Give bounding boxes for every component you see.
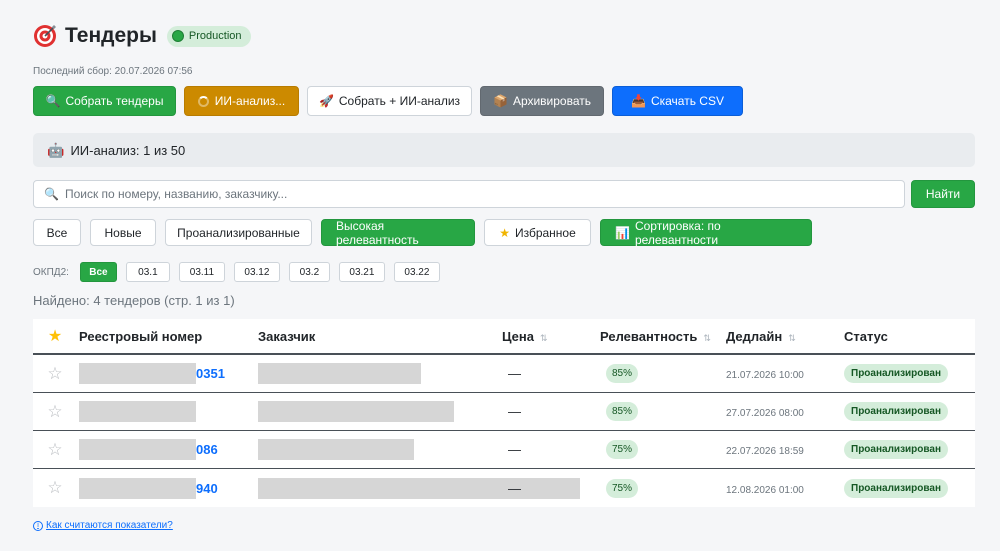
chart-icon: 📊 [615, 225, 630, 240]
tender-number-link[interactable]: 086 [196, 442, 218, 457]
download-tray-icon: 📥 [631, 94, 646, 108]
price-value: — [508, 404, 521, 419]
archive-box-icon: 📦 [492, 94, 508, 108]
tender-number-link[interactable]: 940 [196, 481, 218, 496]
column-status: Статус [844, 328, 888, 344]
deadline-value: 12.08.2026 01:00 [726, 484, 804, 496]
rocket-icon: 🚀 [318, 94, 334, 108]
table-row[interactable]: ☆ 940 — 75% 12.08.2026 01:00 Проанализир… [33, 469, 975, 507]
favorite-column-header[interactable]: ★ [33, 326, 77, 346]
filter-favorites[interactable]: ★ Избранное [484, 219, 591, 246]
table-header: ★ Реестровый номер Заказчик Цена ⇅ Релева… [33, 319, 975, 355]
sort-relevance-button[interactable]: 📊 Сортировка: по релевантности [600, 219, 812, 247]
star-icon: ★ [499, 225, 510, 240]
okpd-chip[interactable]: 03.21 [338, 262, 385, 282]
table-row[interactable]: ☆ — 85% 27.07.2026 08:00 Проанализирован [33, 393, 975, 431]
okpd-label: ОКПД2: [33, 266, 69, 278]
search-box: 🔍 [33, 180, 905, 208]
tender-number-link[interactable]: 0351 [196, 366, 225, 381]
sort-icon: ⇅ [788, 332, 796, 343]
price-value: — [508, 366, 521, 381]
price-value: — [508, 442, 521, 457]
status-badge: Проанализирован [844, 478, 949, 498]
star-outline-icon[interactable]: ☆ [47, 440, 62, 460]
collect-button[interactable]: 🔍 Собрать тендеры [33, 86, 176, 116]
redacted-text [258, 439, 414, 460]
page-title: Тендеры [65, 24, 157, 47]
okpd-chip[interactable]: 03.1 [125, 262, 170, 282]
header: Тендеры Production [33, 22, 251, 50]
search-button[interactable]: Найти [911, 180, 975, 208]
search-icon: 🔍 [44, 187, 59, 201]
star-outline-icon[interactable]: ☆ [47, 364, 62, 384]
help-link[interactable]: i Как считаются показатели? [33, 520, 173, 531]
star-outline-icon[interactable]: ☆ [47, 478, 62, 498]
deadline-value: 21.07.2026 10:00 [726, 370, 804, 381]
ai-status-bar: 🤖 ИИ-анализ: 1 из 50 [33, 133, 975, 167]
ai-status-text: ИИ-анализ: 1 из 50 [70, 142, 186, 158]
deadline-value: 22.07.2026 18:59 [726, 446, 804, 457]
action-toolbar: 🔍 Собрать тендеры ИИ-анализ... 🚀 Собрать… [33, 86, 751, 116]
relevance-badge: 85% [606, 364, 639, 383]
okpd-chip[interactable]: 03.22 [393, 262, 440, 282]
tenders-table: ★ Реестровый номер Заказчик Цена ⇅ Релева… [33, 319, 975, 507]
ai-analysis-button[interactable]: ИИ-анализ... [184, 86, 299, 116]
okpd-filter: ОКПД2: Все 03.1 03.11 03.12 03.2 03.21 0… [33, 262, 449, 282]
target-icon [34, 25, 56, 47]
sort-icon: ⇅ [539, 332, 548, 343]
table-row[interactable]: ☆ 086 — 75% 22.07.2026 18:59 Проанализир… [33, 431, 975, 469]
relevance-badge: 85% [606, 402, 639, 421]
redacted-text [258, 401, 454, 422]
redacted-text [79, 363, 196, 384]
last-fetch-time: Последний сбор: 20.07.2026 07:56 [33, 66, 193, 77]
deadline-value: 27.07.2026 08:00 [726, 408, 804, 419]
collect-ai-button[interactable]: 🚀 Собрать + ИИ-анализ [307, 86, 472, 116]
star-outline-icon[interactable]: ☆ [47, 402, 62, 422]
table-row[interactable]: ☆ 0351 — 85% 21.07.2026 10:00 Проанализи… [33, 355, 975, 393]
filter-analyzed[interactable]: Проанализированные [165, 219, 312, 246]
filter-bar: Все Новые Проанализированные Высокая рел… [33, 219, 821, 247]
status-dot-icon [171, 30, 184, 42]
column-customer: Заказчик [258, 328, 316, 344]
filter-new[interactable]: Новые [90, 219, 156, 246]
redacted-text [79, 401, 196, 422]
relevance-badge: 75% [606, 440, 639, 459]
okpd-chip[interactable]: 03.12 [233, 262, 280, 282]
column-number: Реестровый номер [79, 328, 203, 344]
results-count: Найдено: 4 тендеров (стр. 1 из 1) [33, 293, 235, 308]
download-csv-button[interactable]: 📥 Скачать CSV [612, 86, 743, 116]
column-price[interactable]: Цена ⇅ [502, 329, 600, 344]
status-badge: Проанализирован [844, 364, 949, 383]
star-icon: ★ [47, 328, 63, 345]
env-badge: Production [166, 25, 251, 47]
search-input[interactable] [64, 187, 904, 201]
column-relevance[interactable]: Релевантность ⇅ [600, 329, 726, 344]
price-value: — [508, 480, 521, 496]
info-icon: i [33, 520, 43, 531]
okpd-chip[interactable]: 03.2 [288, 262, 330, 282]
redacted-text [79, 477, 196, 499]
robot-icon: 🤖 [47, 141, 65, 158]
status-badge: Проанализирован [844, 440, 949, 459]
okpd-chip[interactable]: 03.11 [178, 262, 225, 282]
status-badge: Проанализирован [844, 402, 949, 421]
archive-button[interactable]: 📦 Архивировать [480, 86, 604, 116]
redacted-text [258, 363, 421, 384]
search-row: 🔍 Найти [33, 180, 975, 208]
filter-all[interactable]: Все [33, 219, 81, 246]
okpd-chip[interactable]: Все [79, 262, 117, 282]
relevance-badge: 75% [606, 478, 639, 498]
filter-high-relevance[interactable]: Высокая релевантность [321, 219, 475, 247]
env-badge-label: Production [188, 30, 242, 42]
column-deadline[interactable]: Дедлайн ⇅ [726, 329, 844, 344]
redacted-text [79, 439, 196, 460]
spinner-icon [197, 95, 209, 107]
magnifier-icon: 🔍 [45, 94, 61, 108]
sort-icon: ⇅ [703, 332, 711, 343]
